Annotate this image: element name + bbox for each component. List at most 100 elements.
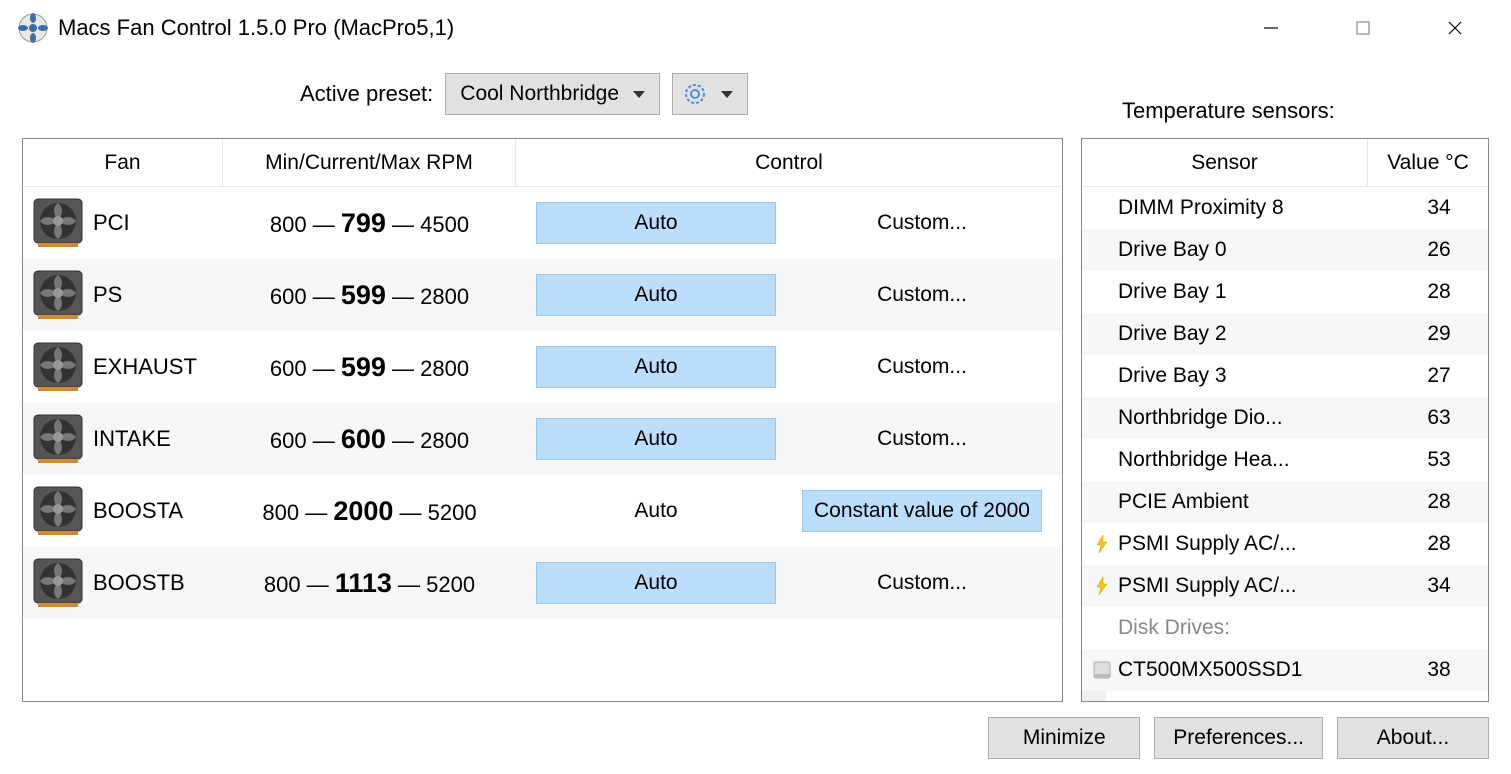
chevron-down-icon [633, 91, 645, 98]
auto-button[interactable]: Auto [536, 202, 776, 244]
sensor-name: Drive Bay 0 [1118, 238, 1394, 262]
fan-rpm: 800 — 799 — 4500 [223, 208, 516, 239]
sensor-row[interactable]: Northbridge Hea...53 [1082, 439, 1488, 481]
active-preset-label: Active preset: [300, 81, 433, 107]
window-maximize-button[interactable] [1317, 0, 1409, 56]
sensor-value: 28 [1394, 490, 1484, 514]
sensors-title: Temperature sensors: [1122, 98, 1335, 124]
sensor-name: Northbridge Dio... [1118, 406, 1394, 430]
fan-table-header: Fan Min/Current/Max RPM Control [23, 139, 1062, 187]
custom-button[interactable]: Custom... [802, 274, 1042, 316]
sensor-row[interactable]: PCIE Ambient28 [1082, 481, 1488, 523]
col-fan[interactable]: Fan [23, 139, 223, 186]
sensor-row[interactable]: PSMI Supply AC/...28 [1082, 523, 1488, 565]
col-value[interactable]: Value °C [1368, 139, 1488, 186]
app-window: Macs Fan Control 1.5.0 Pro (MacPro5,1) A… [0, 0, 1511, 774]
fan-name: BOOSTA [93, 498, 223, 524]
auto-button[interactable]: Auto [536, 562, 776, 604]
fan-row: PS600 — 599 — 2800AutoCustom... [23, 259, 1062, 331]
scroll-up-icon[interactable] [1083, 691, 1106, 702]
col-rpm[interactable]: Min/Current/Max RPM [223, 139, 516, 186]
sensor-row[interactable]: DIMM Proximity 834 [1082, 187, 1488, 229]
sensor-name: PSMI Supply AC/... [1118, 532, 1394, 556]
bolt-icon [1095, 577, 1109, 595]
fan-name: BOOSTB [93, 570, 223, 596]
sensor-value: 27 [1394, 364, 1484, 388]
window-title: Macs Fan Control 1.5.0 Pro (MacPro5,1) [58, 15, 454, 41]
sensor-name: PSMI Supply AC/... [1118, 574, 1394, 598]
fan-icon [23, 413, 93, 465]
sensor-group-header: Disk Drives: [1082, 607, 1488, 649]
auto-button[interactable]: Auto [536, 346, 776, 388]
sensor-name: Drive Bay 1 [1118, 280, 1394, 304]
sensor-value: 63 [1394, 406, 1484, 430]
disk-icon [1092, 660, 1112, 680]
fan-name: PCI [93, 210, 223, 236]
fan-row: INTAKE600 — 600 — 2800 Auto Custom... [23, 403, 1062, 475]
sensor-row[interactable]: Drive Bay 026 [1082, 229, 1488, 271]
bolt-icon [1095, 535, 1109, 553]
col-control[interactable]: Control [516, 139, 1062, 186]
sensor-panel: Sensor Value °C DIMM Proximity 834Drive … [1081, 138, 1489, 702]
titlebar: Macs Fan Control 1.5.0 Pro (MacPro5,1) [0, 0, 1511, 56]
fan-name: INTAKE [93, 426, 223, 452]
sensor-name: Northbridge Hea... [1118, 448, 1394, 472]
sensor-row[interactable]: CT500MX500SSD138 [1082, 649, 1488, 691]
chevron-down-icon [721, 91, 733, 98]
fan-control: Auto Custom... [516, 547, 1062, 619]
main-body: Fan Min/Current/Max RPM Control PCI800 —… [0, 132, 1511, 702]
fan-row: EXHAUST600 — 599 — 2800AutoCustom... [23, 331, 1062, 403]
sensor-name: DIMM Proximity 8 [1118, 196, 1394, 220]
fan-icon [23, 341, 93, 393]
sensor-row[interactable]: Drive Bay 229 [1082, 313, 1488, 355]
fan-rpm: 600 — 600 — 2800 [223, 424, 516, 455]
sensor-table-header: Sensor Value °C [1082, 139, 1488, 187]
fan-control: Auto Custom... [516, 187, 1062, 259]
sensor-row[interactable]: Northbridge Dio...63 [1082, 397, 1488, 439]
about-button[interactable]: About... [1337, 717, 1489, 759]
sensor-value: 53 [1394, 448, 1484, 472]
sensor-row[interactable]: Drive Bay 128 [1082, 271, 1488, 313]
sensor-name: CT500MX500SSD1 [1118, 658, 1394, 682]
fan-control: Auto Custom... [516, 259, 1062, 331]
fan-rpm: 600 — 599 — 2800 [223, 352, 516, 383]
sensor-name: PCIE Ambient [1118, 490, 1394, 514]
sensor-scrollbar[interactable] [1082, 691, 1106, 702]
auto-button[interactable]: Auto [536, 274, 776, 316]
window-minimize-button[interactable] [1225, 0, 1317, 56]
window-close-button[interactable] [1409, 0, 1501, 56]
sensor-value: 38 [1394, 658, 1484, 682]
fan-icon [23, 557, 93, 609]
preset-dropdown[interactable]: Cool Northbridge [445, 73, 660, 115]
preset-settings-button[interactable] [672, 73, 748, 115]
fan-icon [23, 269, 93, 321]
col-sensor[interactable]: Sensor [1082, 139, 1368, 186]
fan-control: Auto Constant value of 2000 [516, 475, 1062, 547]
sensor-row[interactable]: PSMI Supply AC/...34 [1082, 565, 1488, 607]
sensor-name: Disk Drives: [1118, 616, 1394, 640]
sensor-value: 26 [1394, 238, 1484, 262]
preferences-button[interactable]: Preferences... [1154, 717, 1323, 759]
custom-button[interactable]: Constant value of 2000 [802, 490, 1042, 532]
fan-row: BOOSTA800 — 2000 — 5200AutoConstant valu… [23, 475, 1062, 547]
auto-button[interactable]: Auto [536, 490, 776, 532]
fan-icon [23, 485, 93, 537]
fan-panel: Fan Min/Current/Max RPM Control PCI800 —… [22, 138, 1063, 702]
sensor-value: 34 [1394, 196, 1484, 220]
custom-button[interactable]: Custom... [802, 562, 1042, 604]
auto-button[interactable]: Auto [536, 418, 776, 460]
custom-button[interactable]: Custom... [802, 418, 1042, 460]
fan-control: Auto Custom... [516, 331, 1062, 403]
sensor-row[interactable]: Drive Bay 327 [1082, 355, 1488, 397]
fan-row: BOOSTB800 — 1113 — 5200 Auto Custom... [23, 547, 1062, 619]
fan-control: Auto Custom... [516, 403, 1062, 475]
fan-rpm: 600 — 599 — 2800 [223, 280, 516, 311]
footer: Minimize Preferences... About... [0, 702, 1511, 774]
fan-rows: PCI800 — 799 — 4500AutoCustom...PS600 — … [23, 187, 1062, 701]
sensor-value: 28 [1394, 280, 1484, 304]
fan-rpm: 800 — 1113 — 5200 [223, 568, 516, 599]
custom-button[interactable]: Custom... [802, 346, 1042, 388]
minimize-button[interactable]: Minimize [988, 717, 1140, 759]
app-icon [18, 13, 48, 43]
custom-button[interactable]: Custom... [802, 202, 1042, 244]
